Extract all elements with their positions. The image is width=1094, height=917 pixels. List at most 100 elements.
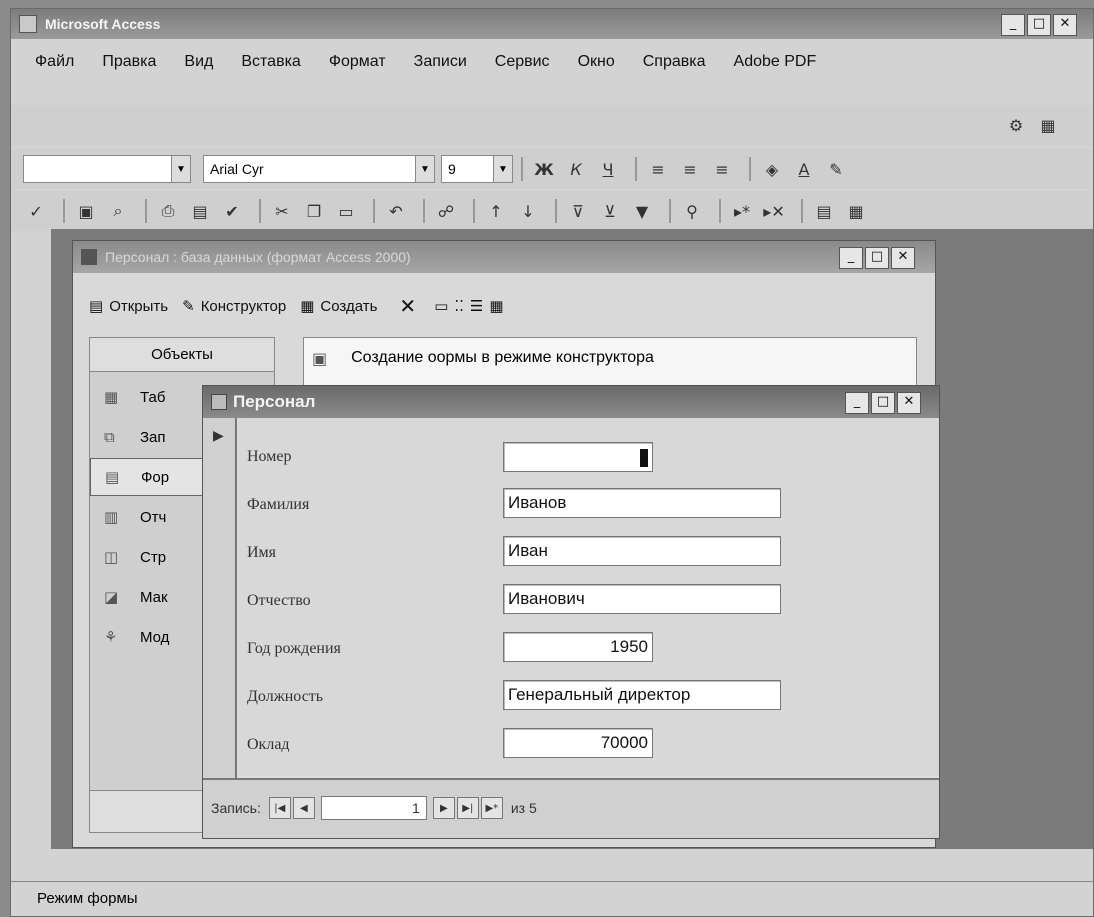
font-color-icon[interactable]: A bbox=[791, 157, 817, 181]
first-record-icon[interactable]: |◀ bbox=[268, 797, 291, 819]
hyperlink-icon[interactable]: ☍ bbox=[433, 199, 459, 223]
toolbar-grid-icon[interactable]: ▦ bbox=[1035, 113, 1061, 137]
record-number-input[interactable]: 1 bbox=[320, 796, 427, 820]
patronymic-field[interactable]: Иванович bbox=[503, 584, 781, 614]
filter-by-form-icon[interactable]: ⊻ bbox=[597, 199, 623, 223]
italic-button[interactable]: К bbox=[563, 157, 589, 181]
surname-field[interactable]: Иванов bbox=[503, 488, 781, 518]
align-center-icon[interactable]: ≡ bbox=[677, 157, 703, 181]
view-icon[interactable]: ✓ bbox=[23, 199, 49, 223]
font-size-selector[interactable]: 9 ▼ bbox=[441, 155, 513, 183]
fill-color-icon[interactable]: ◈ bbox=[759, 157, 785, 181]
record-label: Запись: bbox=[211, 800, 261, 816]
name-field[interactable]: Иван bbox=[503, 536, 781, 566]
menu-edit[interactable]: Правка bbox=[102, 53, 156, 71]
line-color-icon[interactable]: ✎ bbox=[823, 157, 849, 181]
close-icon[interactable]: ✕ bbox=[891, 247, 915, 269]
font-size: 9 bbox=[448, 161, 456, 177]
align-right-icon[interactable]: ≡ bbox=[709, 157, 735, 181]
toolbar-options-icon[interactable]: ⚙ bbox=[1003, 113, 1029, 137]
save-icon[interactable]: ▣ bbox=[73, 199, 99, 223]
next-record-icon[interactable]: ▶ bbox=[432, 797, 455, 819]
delete-record-icon[interactable]: ▸✕ bbox=[761, 199, 787, 223]
format-toolbar: ▼ Arial Cyr ▼ 9 ▼ Ж К Ч ≡ ≡ ≡ ◈ A ✎ bbox=[11, 149, 1093, 189]
menu-format[interactable]: Формат bbox=[329, 53, 386, 71]
minimize-icon[interactable]: _ bbox=[839, 247, 863, 269]
menu-file[interactable]: Файл bbox=[35, 53, 74, 71]
small-icons-icon[interactable]: ⁚⁚ bbox=[454, 297, 464, 315]
last-record-icon[interactable]: ▶| bbox=[456, 797, 479, 819]
sort-descending-icon[interactable]: ↓ bbox=[515, 199, 541, 223]
number-field[interactable] bbox=[503, 442, 653, 472]
menu-adobe-pdf[interactable]: Adobe PDF bbox=[734, 53, 817, 71]
new-record-icon[interactable]: ▸* bbox=[729, 199, 755, 223]
search-file-icon[interactable]: ⌕ bbox=[105, 199, 131, 223]
menu-insert[interactable]: Вставка bbox=[241, 53, 300, 71]
large-icons-icon[interactable]: ▭ bbox=[434, 297, 448, 315]
separator bbox=[749, 157, 751, 181]
menu-help[interactable]: Справка bbox=[643, 53, 706, 71]
align-left-icon[interactable]: ≡ bbox=[645, 157, 671, 181]
filter-by-selection-icon[interactable]: ⊽ bbox=[565, 199, 591, 223]
minimize-icon[interactable]: _ bbox=[845, 392, 869, 414]
menu-window[interactable]: Окно bbox=[578, 53, 615, 71]
status-bar: Режим формы bbox=[11, 881, 1093, 915]
chevron-down-icon: ▼ bbox=[415, 156, 434, 182]
close-icon[interactable]: ✕ bbox=[1053, 14, 1077, 36]
separator bbox=[719, 199, 721, 223]
list-item[interactable]: ▣ Создание оормы в режиме конструктора bbox=[312, 344, 912, 372]
close-icon[interactable]: ✕ bbox=[897, 392, 921, 414]
label-surname: Фамилия bbox=[247, 496, 310, 513]
birth-year-field[interactable]: 1950 bbox=[503, 632, 653, 662]
objects-header[interactable]: Объекты bbox=[90, 338, 274, 372]
sort-ascending-icon[interactable]: ↑ bbox=[483, 199, 509, 223]
undo-icon[interactable]: ↶ bbox=[383, 199, 409, 223]
position-field[interactable]: Генеральный директор bbox=[503, 680, 781, 710]
copy-icon[interactable]: ❐ bbox=[301, 199, 327, 223]
separator bbox=[373, 199, 375, 223]
maximize-icon[interactable]: □ bbox=[1027, 14, 1051, 36]
report-icon: ▥ bbox=[104, 508, 119, 526]
record-navigator: Запись: |◀ ◀ 1 ▶ ▶| ▶* из 5 bbox=[211, 796, 537, 820]
new-record-nav-icon[interactable]: ▶* bbox=[480, 797, 503, 819]
cut-icon[interactable]: ✂ bbox=[269, 199, 295, 223]
menu-bar: Файл Правка Вид Вставка Формат Записи Се… bbox=[11, 45, 1093, 79]
properties-icon[interactable]: ▤ bbox=[811, 199, 837, 223]
find-icon[interactable]: ⚲ bbox=[679, 199, 705, 223]
maximize-icon[interactable]: □ bbox=[865, 247, 889, 269]
bold-button[interactable]: Ж bbox=[531, 157, 557, 181]
underline-button[interactable]: Ч bbox=[595, 157, 621, 181]
previous-record-icon[interactable]: ◀ bbox=[292, 797, 315, 819]
spelling-icon[interactable]: ✔ bbox=[219, 199, 245, 223]
print-preview-icon[interactable]: ▤ bbox=[187, 199, 213, 223]
create-button[interactable]: Создать bbox=[320, 298, 377, 315]
form-window: Персонал _ □ ✕ ▶ Номер Фамилия Иванов Им… bbox=[202, 385, 940, 839]
database-window-icon[interactable]: ▦ bbox=[843, 199, 869, 223]
object-selector[interactable]: ▼ bbox=[23, 155, 191, 183]
db-window-controls: _ □ ✕ bbox=[839, 247, 915, 269]
separator bbox=[145, 199, 147, 223]
open-button[interactable]: Открыть bbox=[109, 298, 168, 315]
salary-field[interactable]: 70000 bbox=[503, 728, 653, 758]
details-view-icon[interactable]: ▦ bbox=[489, 297, 503, 315]
delete-icon[interactable]: ✕ bbox=[399, 294, 416, 318]
minimize-icon[interactable]: _ bbox=[1001, 14, 1025, 36]
form-icon bbox=[211, 394, 227, 410]
apply-filter-icon[interactable]: ▼ bbox=[629, 199, 655, 223]
text-cursor bbox=[640, 448, 648, 467]
record-total: из 5 bbox=[510, 800, 537, 816]
object-label: Мак bbox=[140, 588, 168, 606]
database-icon bbox=[81, 249, 97, 265]
menu-tools[interactable]: Сервис bbox=[495, 53, 550, 71]
list-view-icon[interactable]: ☰ bbox=[470, 297, 483, 315]
record-selector[interactable]: ▶ bbox=[203, 418, 237, 778]
maximize-icon[interactable]: □ bbox=[871, 392, 895, 414]
paste-icon[interactable]: ▭ bbox=[333, 199, 359, 223]
menu-records[interactable]: Записи bbox=[414, 53, 467, 71]
menu-view[interactable]: Вид bbox=[184, 53, 213, 71]
separator bbox=[63, 199, 65, 223]
design-button[interactable]: Конструктор bbox=[201, 298, 287, 315]
print-icon[interactable]: ⎙ bbox=[155, 199, 181, 223]
font-selector[interactable]: Arial Cyr ▼ bbox=[203, 155, 435, 183]
standard-toolbar: ✓ ▣ ⌕ ⎙ ▤ ✔ ✂ ❐ ▭ ↶ ☍ ↑ ↓ ⊽ ⊻ ▼ ⚲ ▸* ▸✕ … bbox=[11, 191, 1093, 231]
